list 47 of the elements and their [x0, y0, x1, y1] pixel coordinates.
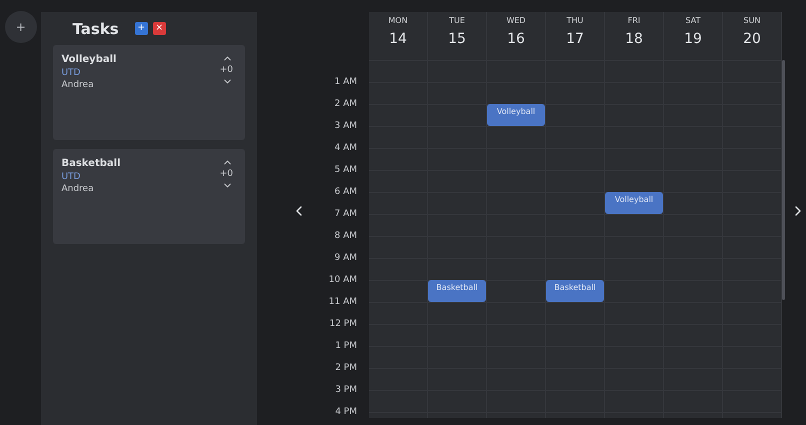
- add-button[interactable]: +: [4, 11, 37, 43]
- hour-label: 4 PM: [335, 407, 357, 417]
- hour-label: 3 PM: [335, 385, 357, 395]
- hour-label: 6 AM: [334, 187, 357, 197]
- hour-label: 10 AM: [328, 275, 357, 285]
- delete-button[interactable]: ×: [152, 22, 166, 35]
- hour-label: 2 AM: [334, 99, 357, 109]
- day-date: 17: [566, 30, 584, 49]
- task-count: +0: [220, 64, 233, 76]
- hour-label: 1 AM: [334, 77, 357, 87]
- task-person: Andrea: [61, 183, 94, 195]
- day-date: 14: [389, 30, 407, 49]
- hour-label: 5 AM: [334, 165, 357, 175]
- day-name: WED: [506, 15, 526, 27]
- task-count: +0: [220, 168, 233, 180]
- day-name: THU: [566, 15, 584, 27]
- task-team: UTD: [61, 171, 80, 183]
- hour-label: 4 AM: [334, 143, 357, 153]
- task-title: Volleyball: [61, 53, 116, 67]
- hour-label: 3 AM: [334, 121, 357, 131]
- hour-label: 7 AM: [334, 209, 357, 219]
- day-name: TUE: [449, 15, 465, 27]
- task-team: UTD: [61, 67, 80, 79]
- scrollbar[interactable]: [782, 60, 785, 300]
- hour-label: 11 AM: [328, 297, 357, 307]
- day-name: FRI: [628, 15, 640, 27]
- hour-label: 8 AM: [334, 231, 357, 241]
- day-date: 15: [448, 30, 466, 49]
- task-person: Andrea: [61, 79, 94, 91]
- calendar-event[interactable]: Volleyball: [605, 192, 663, 214]
- day-date: 16: [507, 30, 525, 49]
- hour-label: 12 PM: [329, 319, 357, 329]
- panel-title: Tasks: [72, 20, 119, 38]
- day-date: 19: [684, 30, 702, 49]
- day-date: 20: [743, 30, 761, 49]
- hour-label: 2 PM: [335, 363, 357, 373]
- hour-label: 1 PM: [335, 341, 357, 351]
- add-task-button[interactable]: +: [134, 22, 148, 35]
- day-name: SUN: [744, 15, 760, 27]
- calendar-event[interactable]: Volleyball: [487, 104, 545, 126]
- task-title: Basketball: [61, 157, 120, 171]
- day-date: 18: [625, 30, 643, 49]
- calendar-event[interactable]: Basketball: [546, 280, 604, 302]
- day-name: MON: [388, 15, 408, 27]
- calendar-event[interactable]: Basketball: [428, 280, 486, 302]
- hour-label: 9 AM: [334, 253, 357, 263]
- day-name: SAT: [686, 15, 700, 27]
